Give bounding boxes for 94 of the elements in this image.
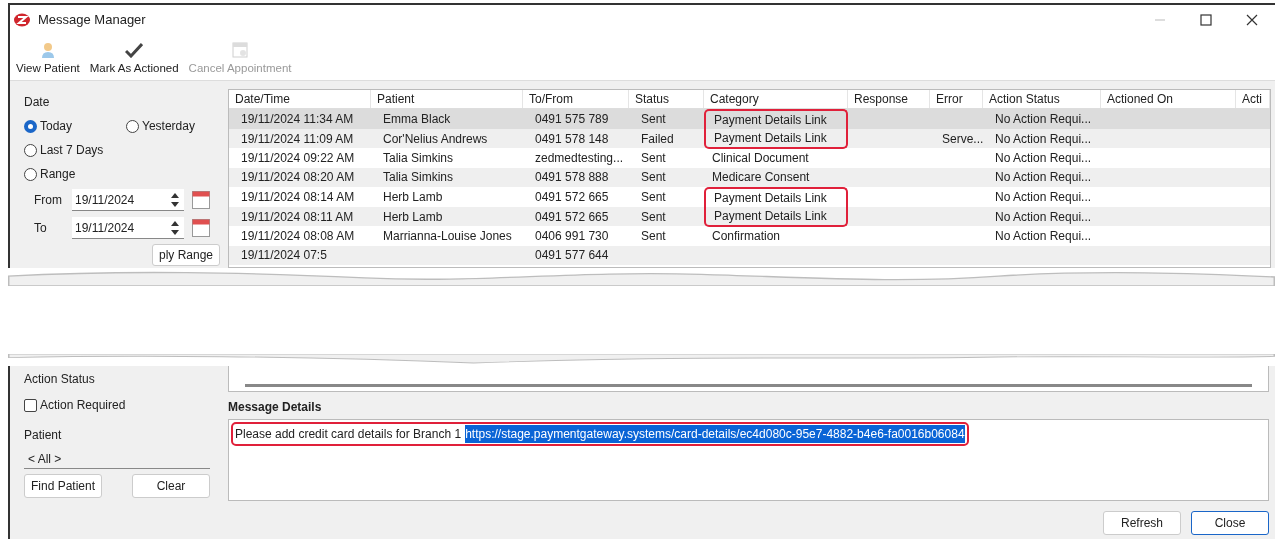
table-row[interactable]: 19/11/2024 08:11 AM Herb Lamb 0491 572 665 Sent Payment Details Link No Action Requi... [229,206,1270,226]
table-cell-text: 0491 578 888 [534,169,610,187]
table-cell-text: Sent [640,208,667,226]
dialog-button[interactable]: Close [1191,511,1269,535]
table-cell-text: Failed [640,130,675,148]
table-cell-text: Sent [640,169,667,187]
table-cell-text: Marrianna-Louise Jones [382,227,513,245]
table-cell-text: Payment Details Link [714,207,827,225]
table-cell-text: 0491 572 665 [534,189,610,206]
table-cell-text: Herb Lamb [382,208,444,226]
date-field[interactable]: 19/11/2024 [72,189,184,211]
table-cell-text: 0406 991 730 [534,227,610,245]
table-cell-text: No Action Requi... [994,189,1093,206]
table-cell-text: Serve... [941,130,983,148]
spinner-icon[interactable] [170,191,180,208]
patient-label: Patient [24,427,63,444]
table-cell-text: Talia Simkins [382,149,455,167]
message-details-box[interactable]: Please add credit card details for Branch 1 https://stage.paymentgateway.systems/card-details/ec4d080c-95e7-4882-b4e6-fa0016b06084 [228,419,1269,501]
table-row[interactable]: 19/11/2024 11:09 AM Cor'Nelius Andrews 0491 578 148 Failed Payment Details Link Serve... No Action Requi... [229,128,1270,148]
table-cell-text: Sent [640,149,667,167]
table-cell-text: Clinical Document [712,149,809,167]
find-patient-button[interactable]: Find Patient [24,474,103,498]
column-header[interactable]: Action Status [983,90,1101,108]
table-cell-text: Payment Details Link [714,112,827,129]
scrollbar[interactable] [245,384,1252,387]
table-cell-text: Payment Details Link [714,129,827,147]
table-row[interactable]: 19/11/2024 08:20 AM Talia Simkins 0491 578 888 Sent Medicare Consent No Action Requi... [229,167,1270,187]
table-cell-text: No Action Requi... [994,169,1093,187]
table-row[interactable]: 19/11/2024 07:5 0491 577 644 [229,245,1270,265]
table-cell-text: No Action Requi... [994,208,1093,226]
table-cell-text: 19/11/2024 11:09 AM [240,130,355,148]
column-header[interactable]: Actioned On [1101,90,1236,108]
radio-option[interactable]: Range [24,165,228,183]
table-cell-text: 19/11/2024 09:22 AM [240,149,356,167]
table-cell-text: No Action Requi... [994,227,1093,245]
table-cell-text: Payment Details Link [714,190,827,207]
person-icon [40,41,55,58]
patient-field[interactable]: < All > [24,449,210,469]
table-cell-text: 19/11/2024 08:20 AM [240,169,356,187]
table-cell-text: No Action Requi... [994,149,1093,167]
table-cell-text: 19/11/2024 07:5 [240,247,328,265]
column-header[interactable]: Error [930,90,983,108]
radio-option[interactable]: Yesterday [126,117,228,135]
table-cell-text: Cor'Nelius Andrews [382,130,489,148]
calendar-icon[interactable] [192,191,210,209]
message-details-label: Message Details [228,399,323,416]
table-cell-text: 0491 577 644 [534,247,610,265]
dialog-button[interactable]: Refresh [1103,511,1181,535]
checkbox-option[interactable]: Action Required [24,396,228,414]
column-header[interactable]: Category [704,90,848,108]
table-cell-text: 19/11/2024 08:08 AM [240,227,356,245]
date-label: From [34,192,63,209]
table-cell-text: 19/11/2024 08:14 AM [240,189,356,206]
date-label: Date [24,94,51,111]
table-cell-text: 0491 572 665 [534,208,610,226]
radio-option[interactable]: Today [24,117,126,135]
radio-option[interactable]: Last 7 Days [24,141,228,159]
window-title: Message Manager [38,11,146,30]
table-cell-text: Confirmation [712,227,781,245]
table-cell-text: Herb Lamb [382,189,444,206]
table-cell-text: Medicare Consent [712,169,810,187]
message-text: Please add credit card details for Branch 1 [235,426,462,443]
calendar-icon[interactable] [192,219,210,237]
column-header[interactable]: To/From [523,90,629,108]
table-cell-text: Emma Black [382,111,452,128]
table-cell-text: No Action Requi... [994,130,1093,148]
date-label: To [34,220,48,237]
column-header[interactable]: Patient [371,90,523,108]
apply-range-button[interactable]: ply Range [151,244,220,266]
message-link[interactable]: https://stage.paymentgateway.systems/card-details/ec4d080c-95e7-4882-b4e6-fa0016b06084 [465,425,965,443]
action-status-label: Action Status [24,371,96,388]
table-cell-text: 19/11/2024 08:11 AM [240,208,355,226]
table-cell-text: zedmedtesting... [534,149,625,167]
table-cell-text: 0491 578 148 [534,130,610,148]
app-logo-icon [14,13,30,27]
spinner-icon[interactable] [170,219,180,236]
table-cell-text: Sent [640,189,667,206]
table-cell-text: No Action Requi... [994,111,1093,128]
calendar-icon [232,41,249,58]
checkmark-icon [125,41,144,58]
column-header[interactable]: Date/Time [229,90,371,108]
toolbar-button[interactable]: View Patient [16,41,80,77]
table-cell-text: 0491 575 789 [534,111,610,128]
date-field[interactable]: 19/11/2024 [72,217,184,239]
table-cell-text: 19/11/2024 11:34 AM [240,111,355,128]
toolbar-button[interactable]: Mark As Actioned [89,41,179,77]
column-header[interactable]: Status [629,90,704,108]
column-header[interactable]: Acti [1236,90,1270,108]
table-cell-text: Talia Simkins [382,169,455,187]
column-header[interactable]: Response [848,90,930,108]
table-cell-text: Sent [640,227,667,245]
table-cell-text: Sent [640,111,667,128]
table-row[interactable]: 19/11/2024 11:34 AM Emma Black 0491 575 789 Sent Payment Details Link No Action Requi... [229,109,1270,129]
clear-button[interactable]: Clear [132,474,210,498]
